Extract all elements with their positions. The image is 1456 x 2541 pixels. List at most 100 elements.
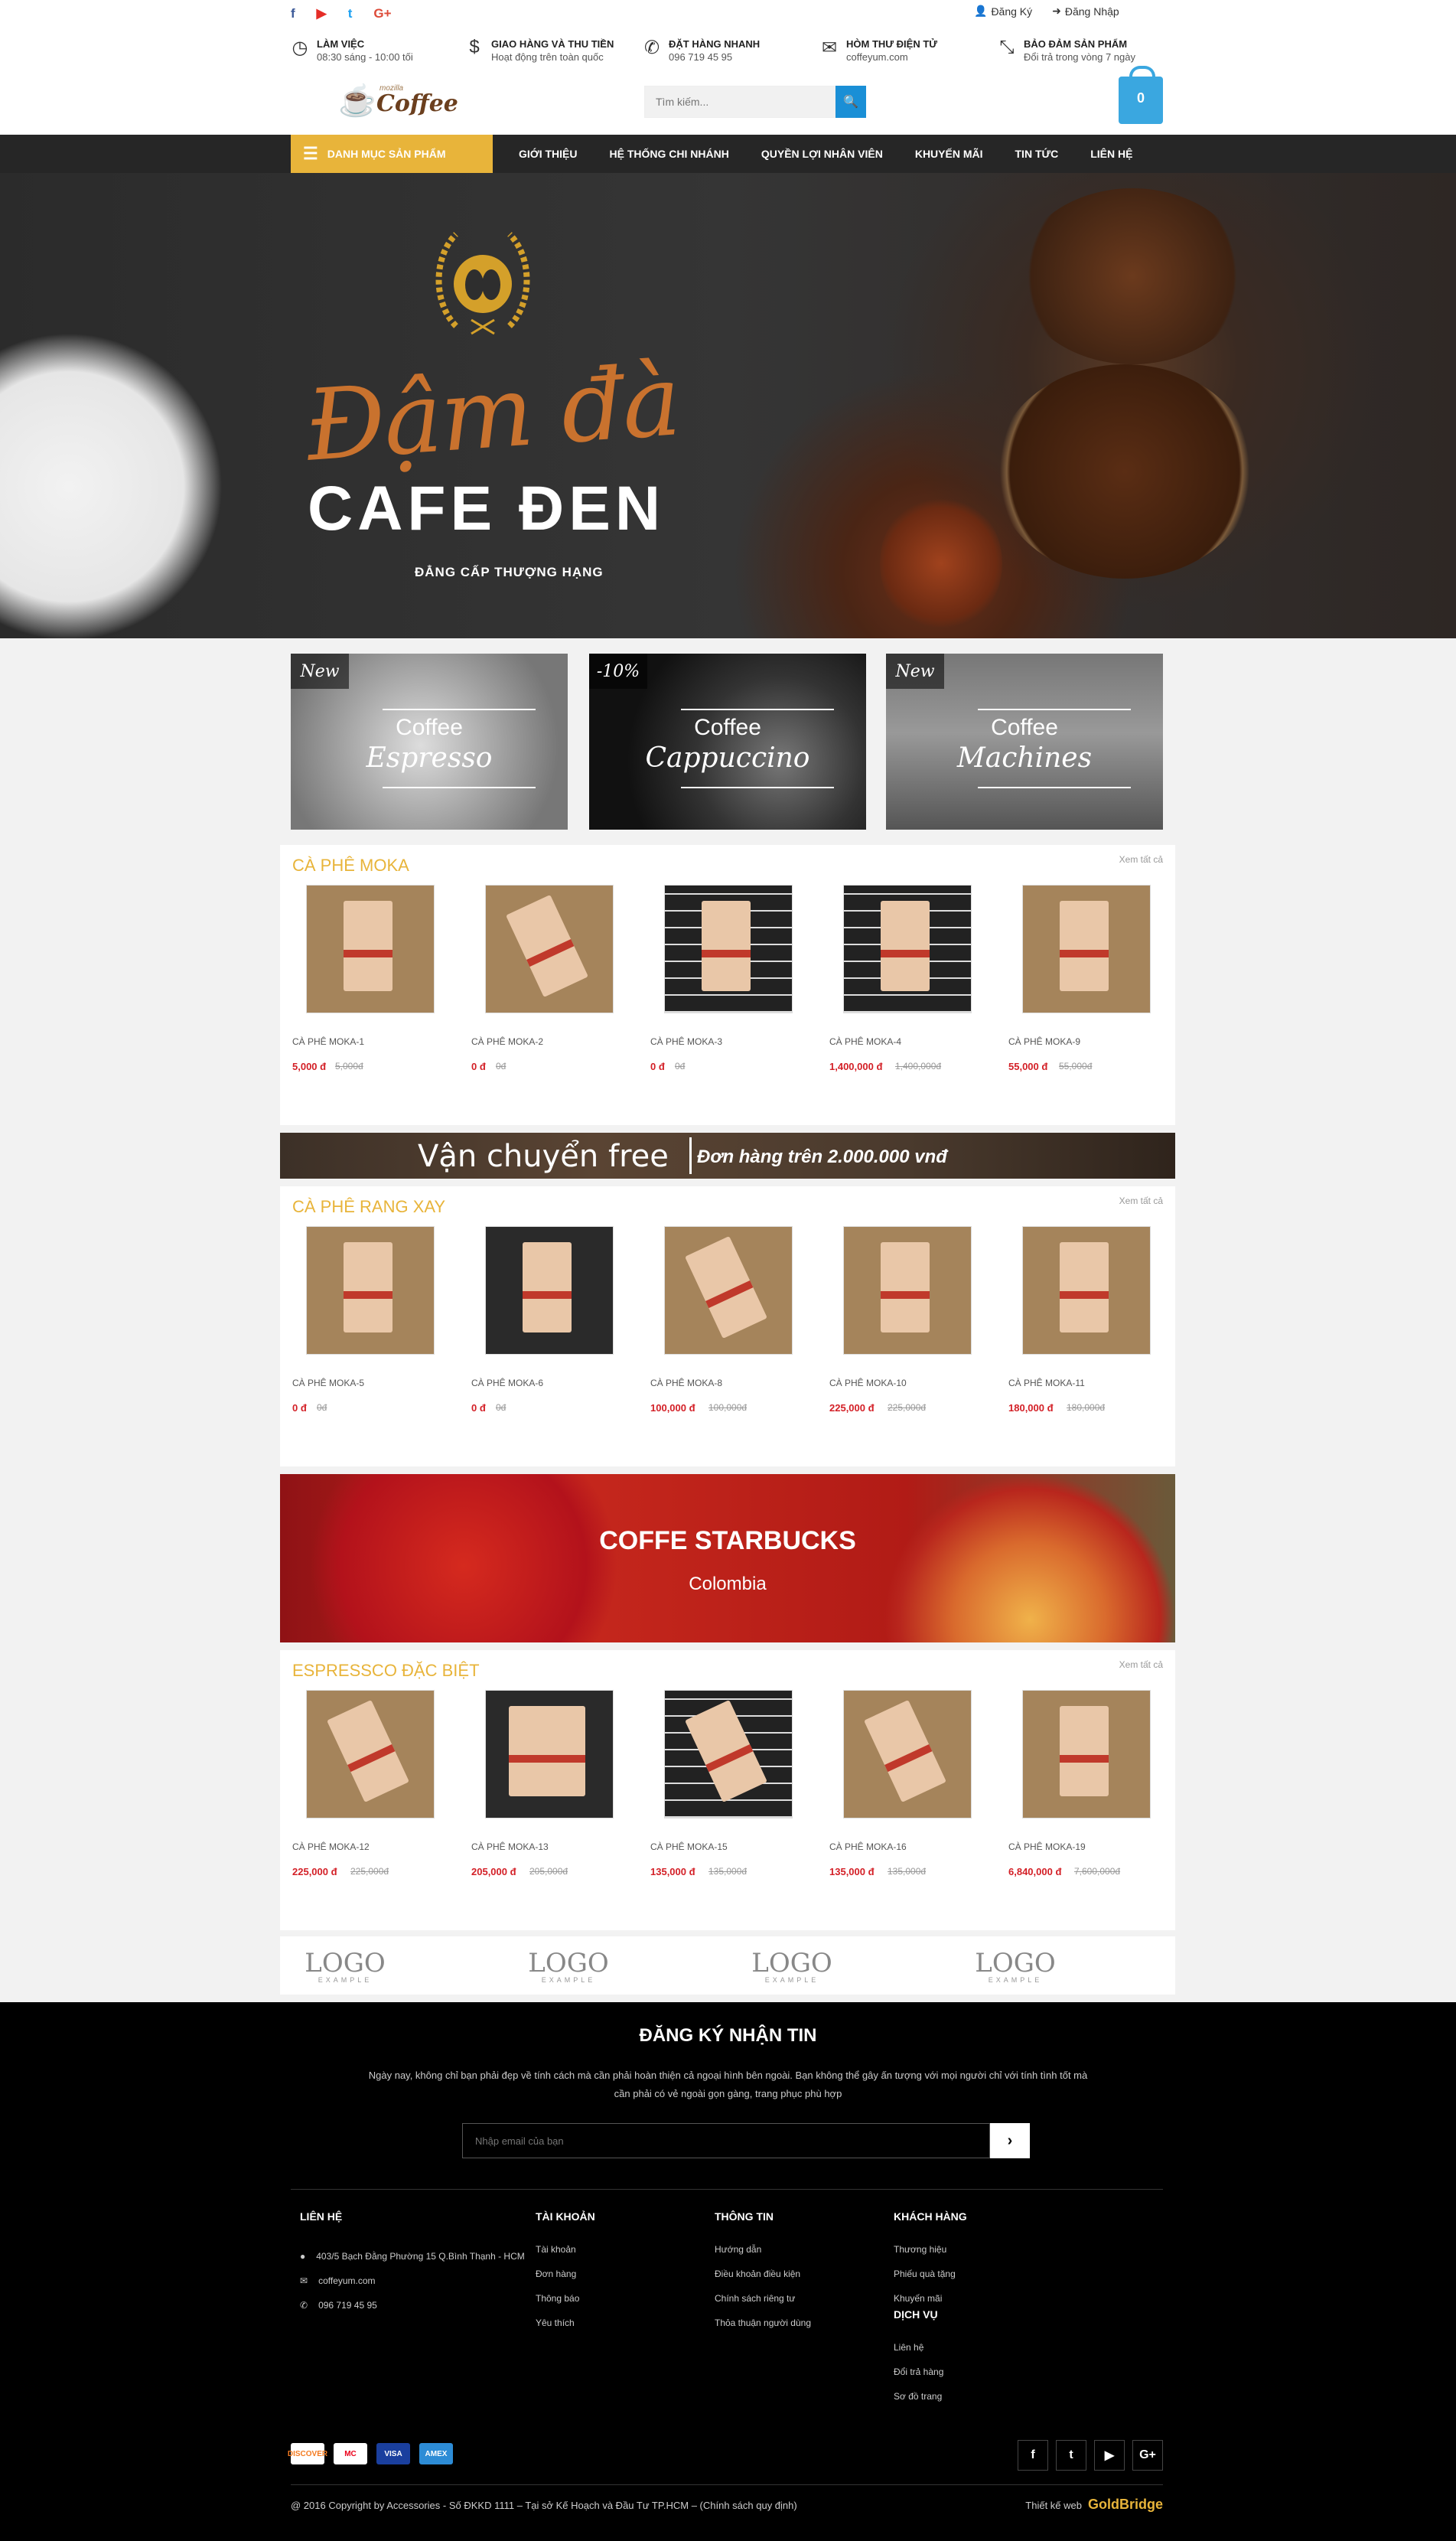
site-logo[interactable]: ☕ mozilla Coffee <box>335 75 458 122</box>
footer-link[interactable]: Phiếu quà tặng <box>894 2269 967 2293</box>
product-image[interactable] <box>664 1690 793 1818</box>
google-plus-icon[interactable]: G+ <box>373 6 391 21</box>
brand-logo[interactable]: LOGO EXAMPLE <box>973 1950 1057 1984</box>
product-card[interactable]: CÀ PHÊ MOKA-2 0 đ 0đ <box>471 885 650 1084</box>
product-card[interactable]: CÀ PHÊ MOKA-11 180,000 đ 180,000đ <box>1008 1226 1187 1425</box>
product-image[interactable] <box>306 885 435 1013</box>
youtube-icon[interactable]: ▶ <box>317 6 327 21</box>
product-card[interactable]: CÀ PHÊ MOKA-8 100,000 đ 100,000đ <box>650 1226 829 1425</box>
category-menu-button[interactable]: ☰ DANH MỤC SẢN PHẨM <box>291 135 493 173</box>
product-name[interactable]: CÀ PHÊ MOKA-11 <box>1008 1378 1085 1388</box>
product-image[interactable] <box>485 1690 614 1818</box>
product-card[interactable]: CÀ PHÊ MOKA-15 135,000 đ 135,000đ <box>650 1690 829 1889</box>
footer-link[interactable]: Thỏa thuận người dùng <box>715 2318 811 2342</box>
product-name[interactable]: CÀ PHÊ MOKA-19 <box>1008 1841 1086 1852</box>
product-card[interactable]: CÀ PHÊ MOKA-3 0 đ 0đ <box>650 885 829 1084</box>
product-card[interactable]: CÀ PHÊ MOKA-5 0 đ 0đ <box>292 1226 471 1425</box>
twitter-icon[interactable]: t <box>348 6 353 21</box>
product-card[interactable]: CÀ PHÊ MOKA-16 135,000 đ 135,000đ <box>829 1690 1008 1889</box>
product-price: 180,000 đ <box>1008 1402 1054 1414</box>
coffee-beans-bowl <box>995 364 1255 579</box>
product-price: 0 đ <box>471 1402 486 1414</box>
footer-link[interactable]: Đổi trả hàng <box>894 2366 967 2391</box>
nav-item-promotions[interactable]: KHUYẾN MÃI <box>915 148 983 160</box>
footer-link[interactable]: Thông báo <box>536 2293 595 2318</box>
designer-credit[interactable]: Thiết kế web GoldBridge <box>1025 2497 1163 2513</box>
free-shipping-banner[interactable]: Vận chuyển free Đơn hàng trên 2.000.000 … <box>280 1133 1175 1179</box>
footer-link[interactable]: Điều khoản điều kiện <box>715 2269 811 2293</box>
twitter-icon[interactable]: t <box>1056 2440 1086 2471</box>
product-image[interactable] <box>843 885 972 1013</box>
nav-item-benefits[interactable]: QUYỀN LỢI NHÂN VIÊN <box>761 148 883 160</box>
product-image[interactable] <box>664 885 793 1013</box>
product-card[interactable]: CÀ PHÊ MOKA-1 5,000 đ 5,000đ <box>292 885 471 1084</box>
footer-link[interactable]: Liên hệ <box>894 2342 967 2366</box>
footer-link[interactable]: Chính sách riêng tư <box>715 2293 811 2318</box>
nav-item-about[interactable]: GIỚI THIỆU <box>519 148 578 160</box>
nav-item-contact[interactable]: LIÊN HỆ <box>1090 148 1132 160</box>
product-card[interactable]: CÀ PHÊ MOKA-10 225,000 đ 225,000đ <box>829 1226 1008 1425</box>
promo-cappuccino[interactable]: -10% Coffee Cappuccino <box>589 654 866 830</box>
see-all-link[interactable]: Xem tất cả <box>1119 854 1163 865</box>
product-image[interactable] <box>843 1690 972 1818</box>
footer-link[interactable]: Sơ đồ trang <box>894 2391 967 2415</box>
newsletter-submit-button[interactable]: › <box>990 2123 1030 2158</box>
brand-logo[interactable]: LOGO EXAMPLE <box>303 1950 387 1984</box>
product-card[interactable]: CÀ PHÊ MOKA-19 6,840,000 đ 7,600,000đ <box>1008 1690 1187 1889</box>
product-name[interactable]: CÀ PHÊ MOKA-12 <box>292 1841 370 1852</box>
brand-logo[interactable]: LOGO EXAMPLE <box>750 1950 834 1984</box>
promo-espresso[interactable]: New Coffee Espresso <box>291 654 568 830</box>
product-name[interactable]: CÀ PHÊ MOKA-15 <box>650 1841 728 1852</box>
see-all-link[interactable]: Xem tất cả <box>1119 1659 1163 1670</box>
search-input[interactable] <box>644 86 835 118</box>
footer-link[interactable]: Tài khoản <box>536 2244 595 2269</box>
product-card[interactable]: CÀ PHÊ MOKA-4 1,400,000 đ 1,400,000đ <box>829 885 1008 1084</box>
product-name[interactable]: CÀ PHÊ MOKA-8 <box>650 1378 722 1388</box>
product-image[interactable] <box>306 1690 435 1818</box>
product-name[interactable]: CÀ PHÊ MOKA-1 <box>292 1036 364 1047</box>
product-image[interactable] <box>1022 1226 1151 1355</box>
youtube-icon[interactable]: ▶ <box>1094 2440 1125 2471</box>
product-name[interactable]: CÀ PHÊ MOKA-10 <box>829 1378 907 1388</box>
product-image[interactable] <box>485 885 614 1013</box>
product-name[interactable]: CÀ PHÊ MOKA-3 <box>650 1036 722 1047</box>
footer-link[interactable]: Hướng dẫn <box>715 2244 811 2269</box>
product-name[interactable]: CÀ PHÊ MOKA-2 <box>471 1036 543 1047</box>
product-name[interactable]: CÀ PHÊ MOKA-9 <box>1008 1036 1080 1047</box>
product-image[interactable] <box>306 1226 435 1355</box>
product-card[interactable]: CÀ PHÊ MOKA-13 205,000 đ 205,000đ <box>471 1690 650 1889</box>
product-card[interactable]: CÀ PHÊ MOKA-6 0 đ 0đ <box>471 1226 650 1425</box>
cart-button[interactable]: 0 <box>1119 66 1163 124</box>
footer-link[interactable]: Yêu thích <box>536 2318 595 2342</box>
product-name[interactable]: CÀ PHÊ MOKA-13 <box>471 1841 549 1852</box>
product-image[interactable] <box>1022 885 1151 1013</box>
product-card[interactable]: CÀ PHÊ MOKA-9 55,000 đ 55,000đ <box>1008 885 1187 1084</box>
product-image[interactable] <box>485 1226 614 1355</box>
product-image[interactable] <box>664 1226 793 1355</box>
product-name[interactable]: CÀ PHÊ MOKA-16 <box>829 1841 907 1852</box>
brand-logos: LOGO EXAMPLE LOGO EXAMPLE LOGO EXAMPLE LOGO… <box>280 1936 1175 1995</box>
google-plus-icon[interactable]: G+ <box>1132 2440 1163 2471</box>
footer-link[interactable]: Thương hiệu <box>894 2244 967 2269</box>
facebook-icon[interactable]: f <box>291 6 295 21</box>
nav-item-news[interactable]: TIN TỨC <box>1015 148 1059 160</box>
facebook-icon[interactable]: f <box>1018 2440 1048 2471</box>
brand-logo[interactable]: LOGO EXAMPLE <box>526 1950 611 1984</box>
product-card[interactable]: CÀ PHÊ MOKA-12 225,000 đ 225,000đ <box>292 1690 471 1889</box>
product-name[interactable]: CÀ PHÊ MOKA-4 <box>829 1036 901 1047</box>
see-all-link[interactable]: Xem tất cả <box>1119 1195 1163 1206</box>
product-image[interactable] <box>1022 1690 1151 1818</box>
product-name[interactable]: CÀ PHÊ MOKA-6 <box>471 1378 543 1388</box>
search-button[interactable]: 🔍 <box>835 86 866 118</box>
product-name[interactable]: CÀ PHÊ MOKA-5 <box>292 1378 364 1388</box>
starbucks-banner[interactable]: COFFE STARBUCKS Colombia <box>280 1474 1175 1642</box>
footer-link[interactable]: Đơn hàng <box>536 2269 595 2293</box>
newsletter-email-input[interactable] <box>462 2123 990 2158</box>
hero-slider[interactable]: Đậm đà CAFE ĐEN ĐẲNG CẤP THƯỢNG HẠNG <box>0 173 1456 638</box>
login-link[interactable]: ➜ Đăng Nhập <box>1052 5 1119 18</box>
nav-item-branches[interactable]: HỆ THỐNG CHI NHÁNH <box>610 148 729 160</box>
footer-link[interactable]: Khuyến mãi <box>894 2293 967 2308</box>
register-link[interactable]: 👤 Đăng Ký <box>974 5 1032 18</box>
product-image[interactable] <box>843 1226 972 1355</box>
promo-machines[interactable]: New Coffee Machines <box>886 654 1163 830</box>
